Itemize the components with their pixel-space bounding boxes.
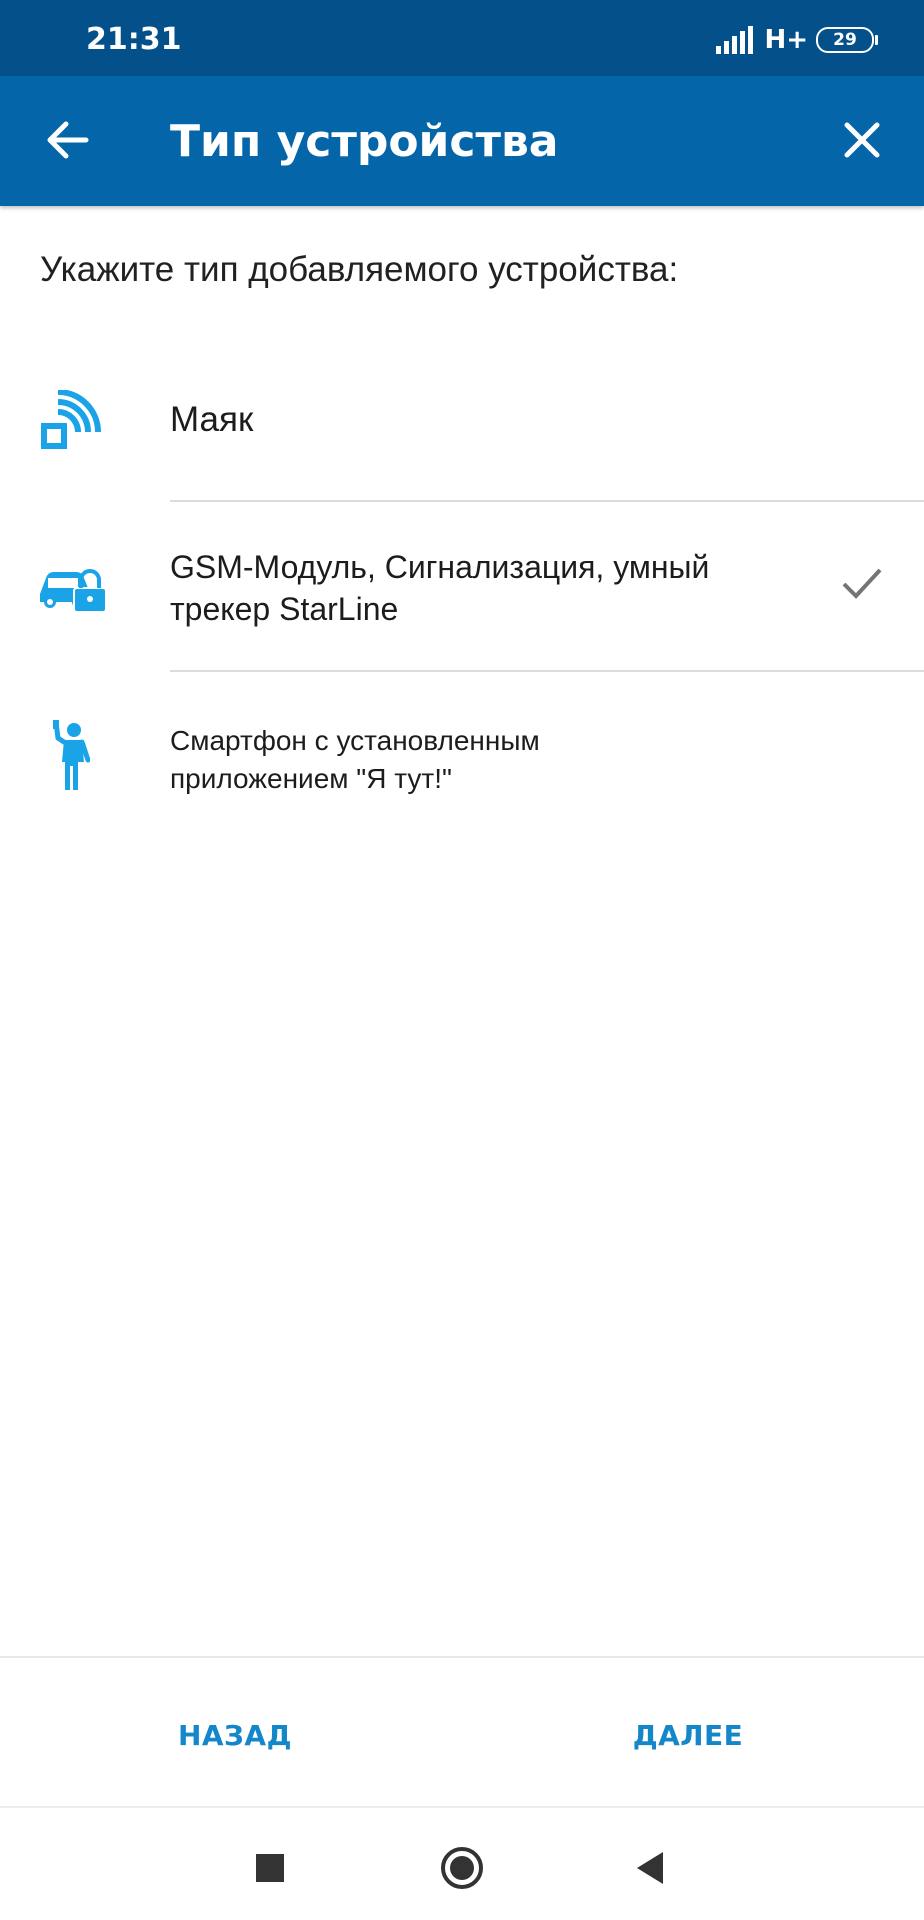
option-label: GSM-Модуль, Сигнализация, умный трекер S… <box>170 546 709 630</box>
square-icon <box>256 1854 284 1882</box>
divider <box>0 1656 924 1658</box>
option-beacon[interactable]: Маяк <box>0 360 924 500</box>
option-label-line: GSM-Модуль, Сигнализация, умный <box>170 549 710 585</box>
battery-icon: 29 <box>816 27 878 53</box>
prompt-text: Укажите тип добавляемого устройства: <box>40 250 679 289</box>
triangle-back-icon <box>637 1852 663 1884</box>
option-label-line: Смартфон с установленным <box>170 725 540 756</box>
system-back-button[interactable] <box>620 1838 680 1898</box>
close-button[interactable] <box>834 112 890 168</box>
back-button[interactable] <box>40 112 96 168</box>
home-button[interactable] <box>432 1838 492 1898</box>
car-lock-icon <box>38 564 108 619</box>
option-label-line: приложением "Я тут!" <box>170 763 452 794</box>
option-gsm-module[interactable]: GSM-Модуль, Сигнализация, умный трекер S… <box>0 502 924 670</box>
recents-button[interactable] <box>240 1838 300 1898</box>
battery-level: 29 <box>833 30 857 50</box>
status-time: 21:31 <box>86 22 182 57</box>
option-smartphone[interactable]: Смартфон с установленным приложением "Я … <box>0 672 924 822</box>
back-step-button[interactable]: НАЗАД <box>85 1690 385 1780</box>
beacon-icon <box>38 389 104 459</box>
network-type: H+ <box>764 25 808 55</box>
option-label: Маяк <box>170 400 254 439</box>
person-phone-icon <box>50 719 91 797</box>
option-label-line: трекер StarLine <box>170 591 399 627</box>
status-indicators: H+ 29 <box>716 20 878 60</box>
check-icon <box>840 566 884 607</box>
option-label: Смартфон с установленным приложением "Я … <box>170 722 540 798</box>
app-bar: Тип устройства <box>0 76 924 206</box>
status-bar: 21:31 H+ 29 <box>0 0 924 76</box>
page-title: Тип устройства <box>170 116 559 167</box>
circle-icon <box>441 1847 483 1889</box>
arrow-left-icon <box>47 121 89 159</box>
signal-icon <box>716 26 754 54</box>
close-icon <box>844 122 880 158</box>
system-nav-bar <box>0 1808 924 1920</box>
next-step-button[interactable]: ДАЛЕЕ <box>538 1690 838 1780</box>
